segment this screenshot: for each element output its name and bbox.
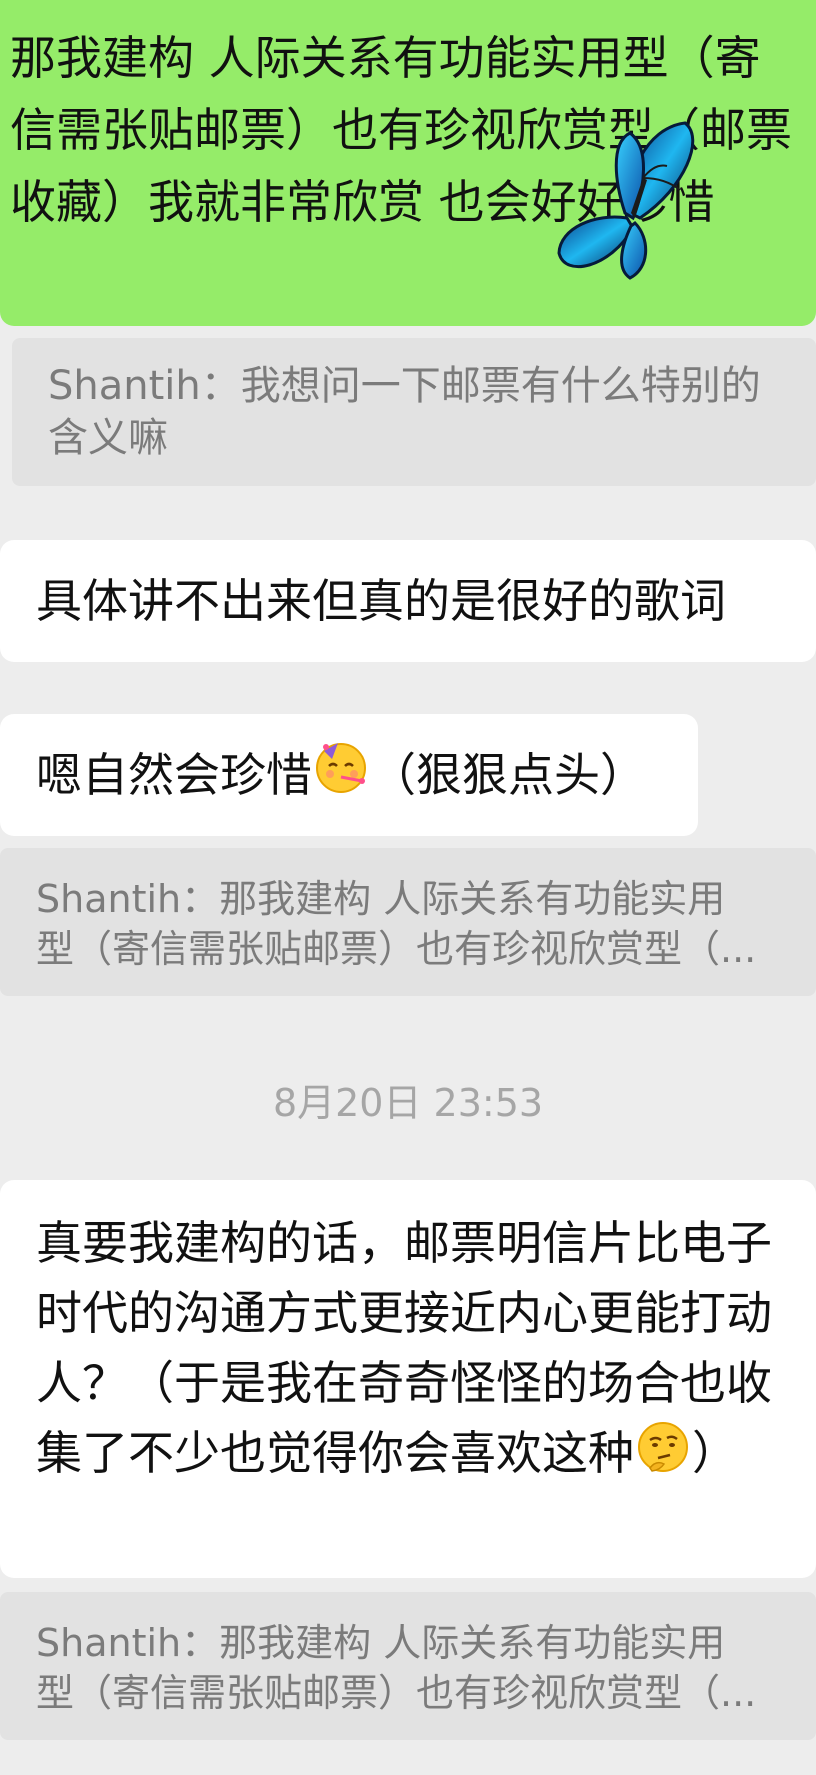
- quote-text: Shantih：我想问一下邮票有什么特别的含义嘛: [48, 363, 761, 461]
- butterfly-sticker-icon: [557, 121, 695, 280]
- message-text-before: 嗯自然会珍惜: [36, 748, 312, 802]
- thinking-face-emoji-icon: [634, 1418, 692, 1495]
- message-text-after: （狠狠点头）: [370, 748, 646, 802]
- quoted-message[interactable]: Shantih：我想问一下邮票有什么特别的含义嘛: [12, 338, 816, 486]
- incoming-message-bubble[interactable]: 真要我建构的话，邮票明信片比电子时代的沟通方式更接近内心更能打动人？（于是我在奇…: [0, 1180, 816, 1578]
- chat-screen: { "messages": { "m1": { "sender": "self"…: [0, 0, 816, 1775]
- quoted-message[interactable]: Shantih：那我建构 人际关系有功能实用 型（寄信需张贴邮票）也有珍视欣赏型…: [0, 1592, 816, 1740]
- incoming-message-bubble[interactable]: 具体讲不出来但真的是很好的歌词: [0, 540, 816, 662]
- quoted-message[interactable]: Shantih：那我建构 人际关系有功能实用 型（寄信需张贴邮票）也有珍视欣赏型…: [0, 848, 816, 996]
- message-text-after: ）: [692, 1426, 738, 1480]
- timestamp: 8月20日 23:53: [272, 1081, 544, 1125]
- partying-face-emoji-icon: [312, 718, 370, 840]
- incoming-message-bubble[interactable]: 嗯自然会珍惜 （狠狠点头）: [0, 714, 698, 836]
- quote-line: Shantih：那我建构 人际关系有功能实用: [36, 1621, 726, 1665]
- quote-line: 型（寄信需张贴邮票）也有珍视欣赏型（...: [36, 1671, 757, 1715]
- quote-line: 型（寄信需张贴邮票）也有珍视欣赏型（...: [36, 927, 757, 971]
- message-text: 具体讲不出来但真的是很好的歌词: [36, 574, 726, 628]
- quote-line: Shantih：那我建构 人际关系有功能实用: [36, 877, 726, 921]
